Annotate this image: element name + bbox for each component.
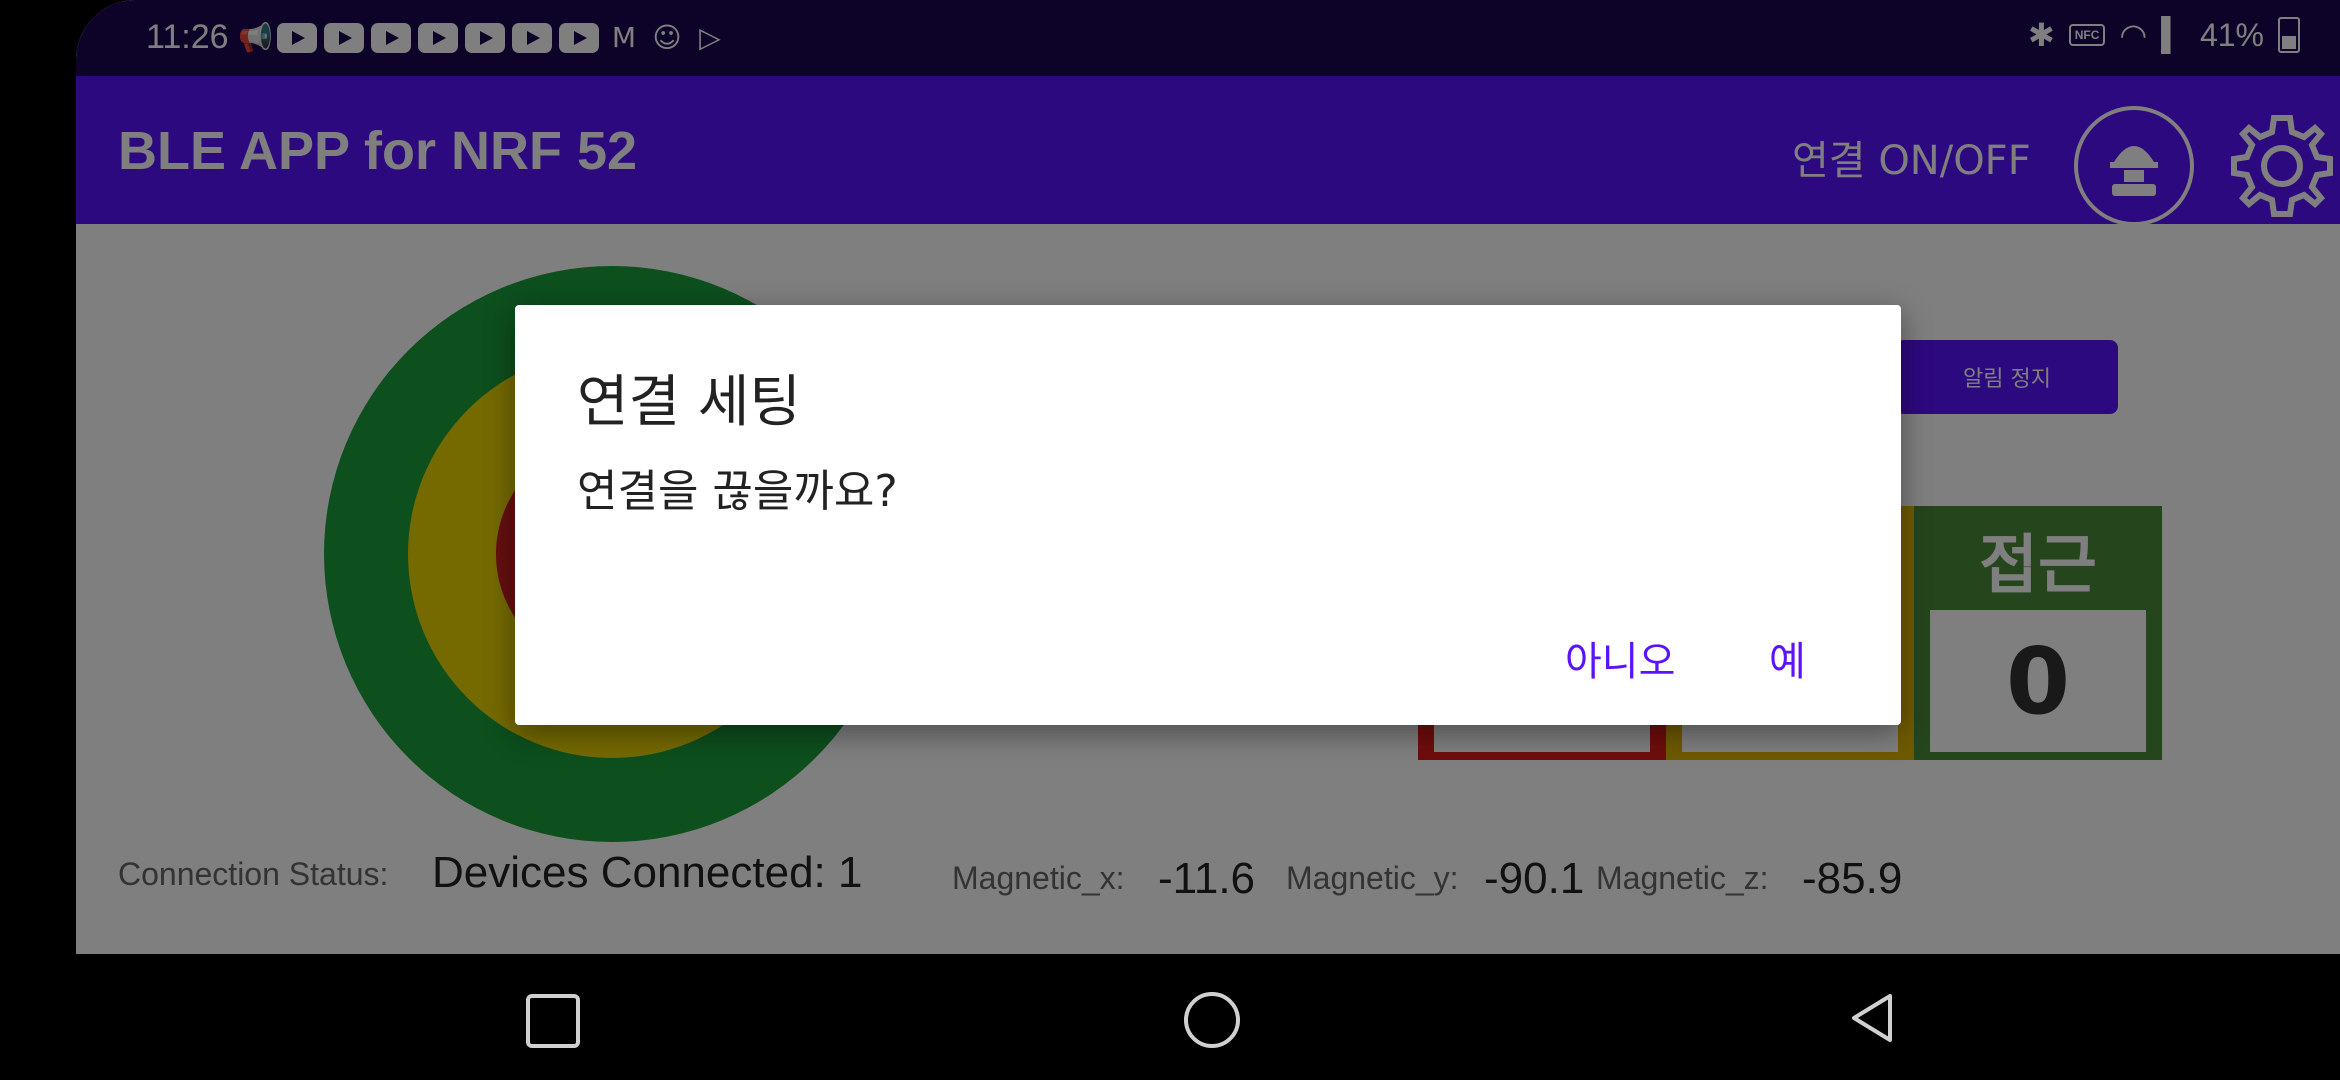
dialog-no-button[interactable]: 아니오 xyxy=(1565,629,1675,687)
back-icon[interactable] xyxy=(1846,990,1898,1046)
dialog-yes-button[interactable]: 예 xyxy=(1769,629,1806,687)
dialog-title: 연결 세팅 xyxy=(577,370,801,435)
navigation-bar xyxy=(0,954,2340,1080)
home-icon[interactable] xyxy=(1184,992,1240,1048)
dialog-message: 연결을 끊을까요? xyxy=(577,466,898,517)
recents-icon[interactable] xyxy=(526,994,580,1048)
connection-settings-dialog: 연결 세팅 연결을 끊을까요? 아니오 예 xyxy=(515,305,1901,725)
